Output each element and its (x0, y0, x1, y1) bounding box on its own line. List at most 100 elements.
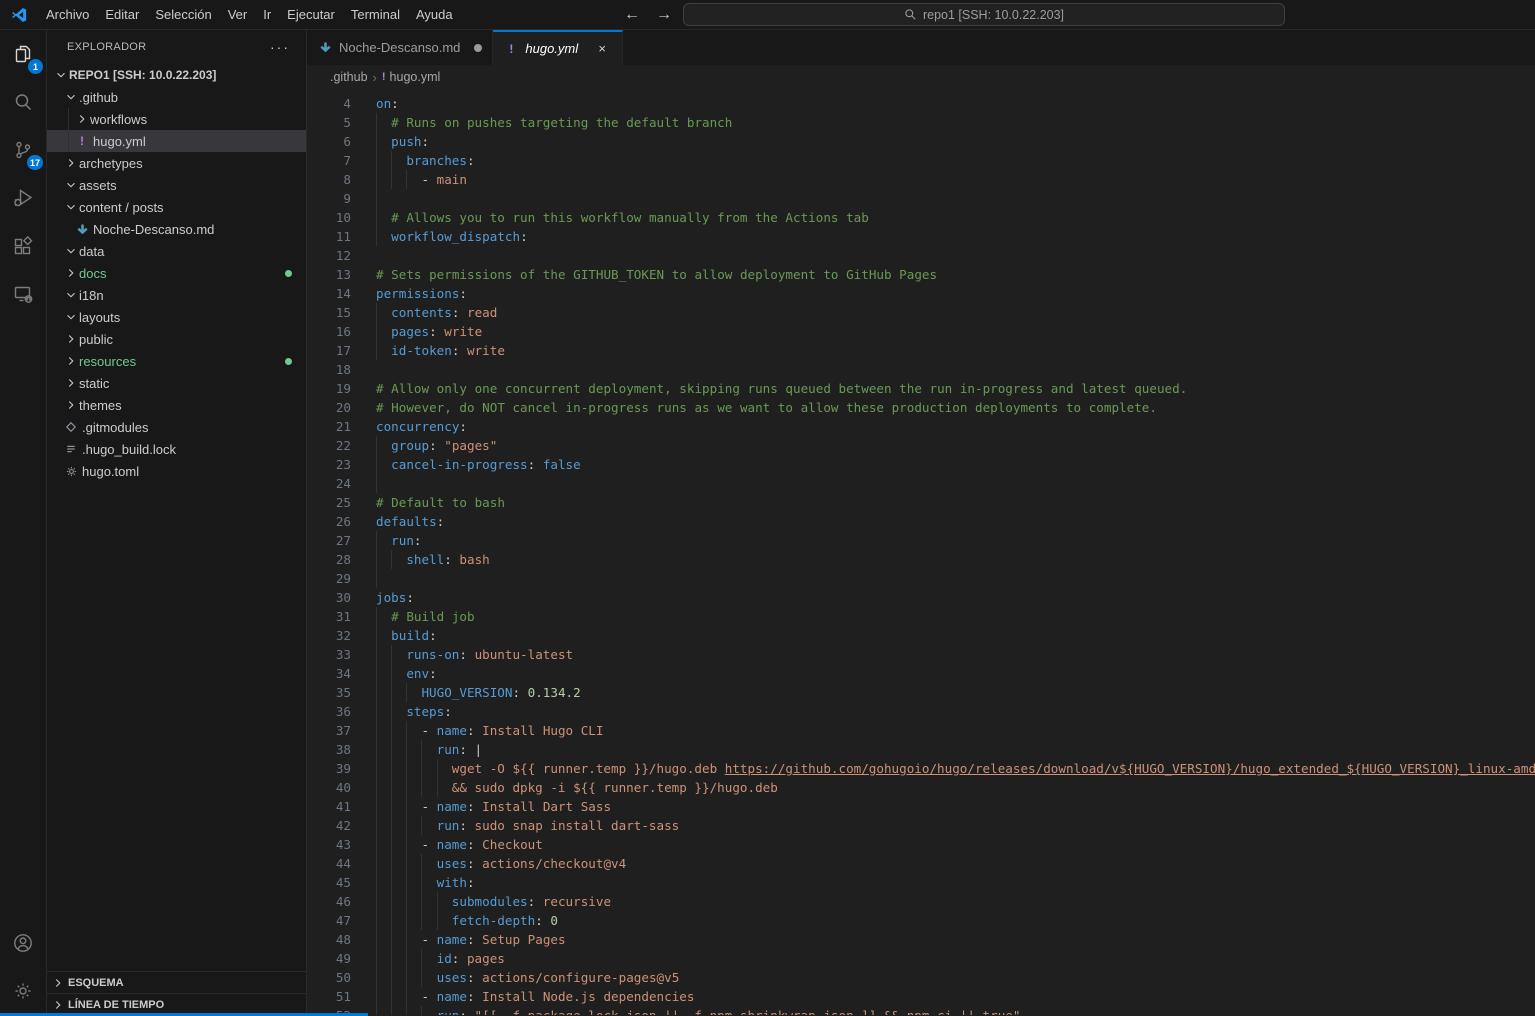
tree-item-archetypes[interactable]: archetypes (47, 152, 306, 174)
tree-item-hugo-toml[interactable]: hugo.toml (47, 460, 306, 482)
tab-hugo-yml[interactable]: !hugo.yml× (493, 30, 623, 65)
tree-item-public[interactable]: public (47, 328, 306, 350)
code-line-8: 8- main (307, 170, 1535, 189)
tree-item-gitmodules[interactable]: .gitmodules (47, 416, 306, 438)
tree-item-data[interactable]: data (47, 240, 306, 262)
menu-item-ir[interactable]: Ir (255, 4, 279, 26)
tree-item-hugo-build-lock[interactable]: .hugo_build.lock (47, 438, 306, 460)
line-content: contents: read (351, 303, 497, 322)
tree-item-content-posts[interactable]: content / posts (47, 196, 306, 218)
more-actions-icon[interactable]: ··· (270, 39, 290, 55)
line-content: id-token: write (351, 341, 505, 360)
tree-item-hugo-yml[interactable]: !hugo.yml (47, 130, 306, 152)
modified-dot-icon[interactable] (474, 44, 482, 52)
tree-item-noche-descanso-md[interactable]: Noche-Descanso.md (47, 218, 306, 240)
breadcrumb-item-github[interactable]: .github (330, 70, 368, 84)
menu-item-selecci-n[interactable]: Selección (147, 4, 219, 26)
panel-header-l-nea-de-tiempo[interactable]: LÍNEA DE TIEMPO (47, 993, 306, 1015)
code-line-27: 27run: (307, 531, 1535, 550)
code-line-45: 45with: (307, 873, 1535, 892)
tree-item-label: .gitmodules (82, 420, 148, 435)
activity-run-and-debug-button[interactable] (0, 174, 46, 222)
activity-settings-button[interactable] (0, 967, 46, 1015)
line-number: 27 (307, 531, 351, 550)
line-number: 39 (307, 759, 351, 778)
activity-extensions-button[interactable] (0, 222, 46, 270)
code-editor[interactable]: 34on:5# Runs on pushes targeting the def… (307, 89, 1535, 1015)
tree-item-repo1-ssh-10-0-22-203[interactable]: REPO1 [SSH: 10.0.22.203] (47, 64, 306, 86)
chevron-down-icon (63, 309, 79, 325)
sidebar-title: EXPLORADOR (67, 41, 146, 53)
tree-item-themes[interactable]: themes (47, 394, 306, 416)
line-content: - main (351, 170, 467, 189)
breadcrumb-separator-icon: › (373, 70, 377, 85)
line-content (351, 569, 391, 588)
tree-item-static[interactable]: static (47, 372, 306, 394)
line-content: run: sudo snap install dart-sass (351, 816, 679, 835)
tree-item-docs[interactable]: docs (47, 262, 306, 284)
tree-item-workflows[interactable]: workflows (47, 108, 306, 130)
line-number: 6 (307, 132, 351, 151)
chevron-right-icon (63, 397, 79, 413)
code-line-36: 36steps: (307, 702, 1535, 721)
line-content: run: | (351, 740, 482, 759)
tree-item-label: layouts (79, 310, 120, 325)
close-icon[interactable]: × (592, 39, 612, 59)
badge: 17 (27, 155, 43, 170)
code-line-32: 32build: (307, 626, 1535, 645)
line-number: 19 (307, 379, 351, 398)
tree-item-label: public (79, 332, 113, 347)
sidebar-header: EXPLORADOR ··· (47, 30, 306, 64)
activity-remote-explorer-button[interactable] (0, 270, 46, 318)
code-line-22: 22group: "pages" (307, 436, 1535, 455)
menu-item-ayuda[interactable]: Ayuda (408, 4, 461, 26)
menu-item-ver[interactable]: Ver (220, 4, 256, 26)
panel-header-esquema[interactable]: ESQUEMA (47, 971, 306, 993)
activity-explorer-button[interactable]: 1 (0, 30, 46, 78)
menu-item-editar[interactable]: Editar (97, 4, 147, 26)
command-center[interactable]: repo1 [SSH: 10.0.22.203] (683, 3, 1285, 26)
chevron-right-icon (74, 111, 90, 127)
line-content (351, 189, 391, 208)
code-line-4: 4on: (307, 94, 1535, 113)
tree-item-assets[interactable]: assets (47, 174, 306, 196)
line-content: # Sets permissions of the GITHUB_TOKEN t… (351, 265, 937, 284)
activity-source-control-button[interactable]: 17 (0, 126, 46, 174)
line-content: submodules: recursive (351, 892, 611, 911)
line-content: wget -O ${{ runner.temp }}/hugo.deb http… (351, 759, 1535, 778)
back-arrow-icon[interactable]: ← (624, 6, 640, 24)
forward-arrow-icon[interactable]: → (656, 6, 672, 24)
line-content: # Runs on pushes targeting the default b… (351, 113, 732, 132)
breadcrumb-item-hugo-yml[interactable]: !hugo.yml (382, 70, 440, 84)
code-line-5: 5# Runs on pushes targeting the default … (307, 113, 1535, 132)
code-line-28: 28shell: bash (307, 550, 1535, 569)
line-number: 34 (307, 664, 351, 683)
line-number: 26 (307, 512, 351, 531)
menu-item-archivo[interactable]: Archivo (38, 4, 97, 26)
menu-item-terminal[interactable]: Terminal (343, 4, 408, 26)
line-number: 20 (307, 398, 351, 417)
remote-icon (11, 282, 35, 306)
line-content: # However, do NOT cancel in-progress run… (351, 398, 1157, 417)
menu-item-ejecutar[interactable]: Ejecutar (279, 4, 343, 26)
code-line-9: 9 (307, 189, 1535, 208)
tree-item-i18n[interactable]: i18n (47, 284, 306, 306)
tree-item-github[interactable]: .github (47, 86, 306, 108)
activity-accounts-button[interactable] (0, 919, 46, 967)
tab-noche-descanso-md[interactable]: Noche-Descanso.md (307, 30, 493, 65)
code-line-50: 50uses: actions/configure-pages@v5 (307, 968, 1535, 987)
line-number: 33 (307, 645, 351, 664)
line-content: push: (351, 132, 429, 151)
line-content: run: (351, 531, 422, 550)
line-content: # Default to bash (351, 493, 505, 512)
line-content: - name: Install Node.js dependencies (351, 987, 694, 1006)
tree-item-layouts[interactable]: layouts (47, 306, 306, 328)
code-line-31: 31# Build job (307, 607, 1535, 626)
line-number: 22 (307, 436, 351, 455)
code-line-43: 43- name: Checkout (307, 835, 1535, 854)
vscode-window: ArchivoEditarSelecciónVerIrEjecutarTermi… (0, 0, 1535, 1016)
line-number: 5 (307, 113, 351, 132)
activity-search-button[interactable] (0, 78, 46, 126)
line-number: 11 (307, 227, 351, 246)
tree-item-resources[interactable]: resources (47, 350, 306, 372)
